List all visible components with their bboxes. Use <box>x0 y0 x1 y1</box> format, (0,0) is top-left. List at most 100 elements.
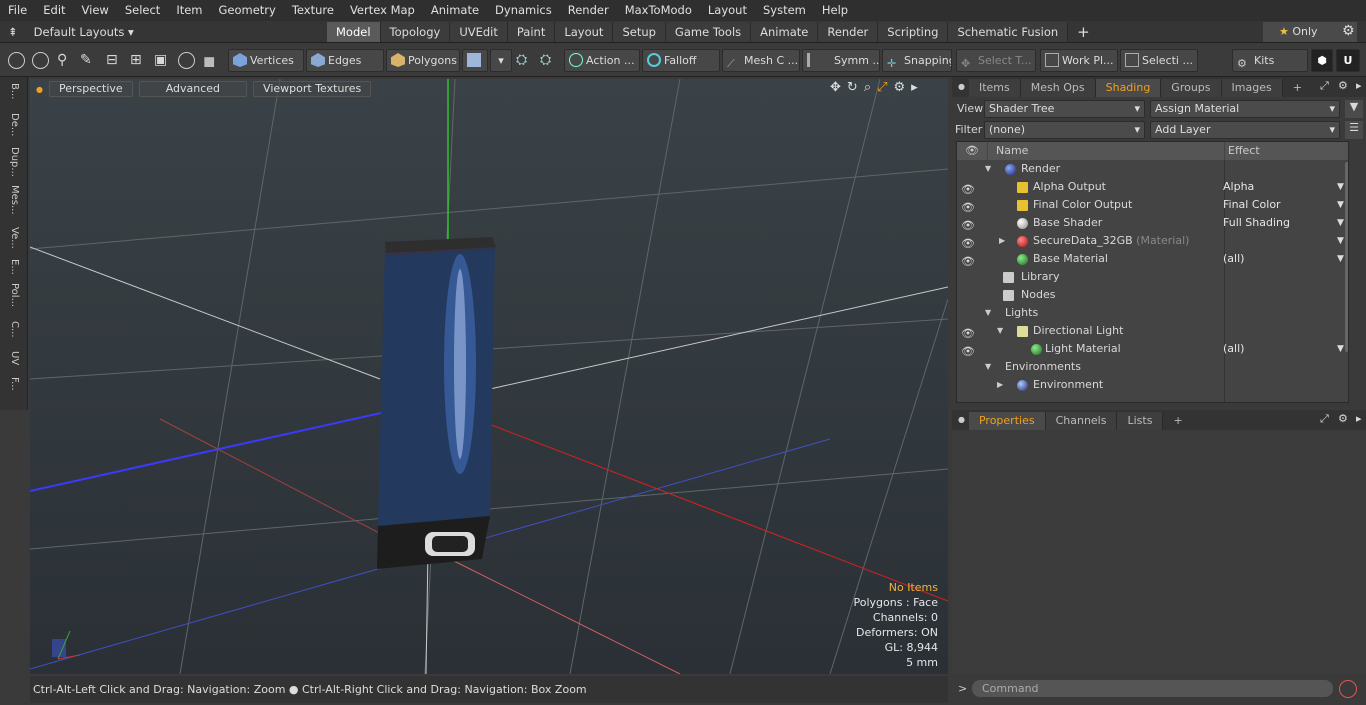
tab-game-tools[interactable]: Game Tools <box>665 22 752 42</box>
tree-row-environments[interactable]: ▼ Environments <box>957 358 1348 376</box>
zoom-view-icon[interactable]: ⌕ <box>864 80 877 95</box>
sphere-icon[interactable] <box>178 52 195 69</box>
frame-icon[interactable]: ▣ <box>154 52 167 68</box>
tree-row-lights[interactable]: ▼ Lights <box>957 304 1348 322</box>
menu-texture[interactable]: Texture <box>284 0 342 21</box>
menu-vertex-map[interactable]: Vertex Map <box>342 0 423 21</box>
menu-dynamics[interactable]: Dynamics <box>487 0 560 21</box>
vertices-button[interactable]: Vertices <box>228 49 304 72</box>
align-icon[interactable]: ⊟ <box>106 52 118 68</box>
menu-edit[interactable]: Edit <box>35 0 73 21</box>
layout-selector[interactable]: ⇞ Default Layouts ▾ <box>8 21 134 43</box>
panel-arrow-icon[interactable]: ▸ <box>1356 79 1362 92</box>
tab-scripting[interactable]: Scripting <box>878 22 949 42</box>
polygons-button[interactable]: Polygons <box>386 49 460 72</box>
tree-scrollbar[interactable] <box>1345 162 1348 352</box>
tab-properties[interactable]: Properties <box>968 412 1046 430</box>
left-tab-mesh-edit[interactable]: Mes... <box>6 185 20 215</box>
props-arrow-icon[interactable]: ▸ <box>1356 412 1362 425</box>
expand-arrow-icon[interactable]: ▼ <box>985 304 991 322</box>
left-tab-duplicate[interactable]: Dup... <box>6 147 20 177</box>
tree-row-base-shader[interactable]: 👁 Base Shader Full Shading ▼ <box>957 214 1348 232</box>
viewport-textures-button[interactable]: Viewport Textures <box>253 81 372 97</box>
tab-lists[interactable]: Lists <box>1117 412 1164 430</box>
symmetry-button[interactable]: Symm ... <box>802 49 880 72</box>
panel-menu-dot[interactable]: ● <box>958 82 965 97</box>
tab-render[interactable]: Render <box>818 22 879 42</box>
row-effect[interactable]: Full Shading <box>1223 214 1290 232</box>
add-props-tab-button[interactable]: + <box>1163 412 1192 430</box>
name-column-header[interactable]: Name <box>988 142 1224 160</box>
selection-sets-button[interactable]: Selecti ... <box>1120 49 1198 72</box>
menu-render[interactable]: Render <box>560 0 617 21</box>
props-gear-icon[interactable]: ⚙ <box>1338 412 1348 425</box>
left-tab-fusion[interactable]: F... <box>6 377 20 391</box>
tree-row-final-color-output[interactable]: 👁 Final Color Output Final Color ▼ <box>957 196 1348 214</box>
tree-row-render[interactable]: ▼ Render <box>957 160 1348 178</box>
eye-icon[interactable]: 👁 <box>961 253 975 268</box>
assign-material-button[interactable]: Assign Material <box>1150 100 1340 118</box>
menu-system[interactable]: System <box>755 0 814 21</box>
brush-icon[interactable]: ✎ <box>80 52 92 68</box>
expand-arrow-icon[interactable]: ▼ <box>985 358 991 376</box>
row-effect[interactable]: (all) <box>1223 340 1244 358</box>
add-layer-button[interactable]: Add Layer <box>1150 121 1340 139</box>
tree-row-library[interactable]: Library <box>957 268 1348 286</box>
rotate-view-icon[interactable]: ↻ <box>847 80 864 95</box>
falloff-button[interactable]: Falloff <box>642 49 720 72</box>
record-icon[interactable] <box>1339 680 1357 698</box>
menu-item[interactable]: Item <box>168 0 210 21</box>
globe-icon[interactable] <box>32 52 49 69</box>
add-panel-tab-button[interactable]: + <box>1283 79 1312 97</box>
viewport-expand-icon[interactable]: ▸ <box>911 80 924 95</box>
props-expand-icon[interactable]: ⤢ <box>1320 412 1329 426</box>
tab-paint[interactable]: Paint <box>507 22 556 42</box>
viewport-menu-dot[interactable]: ● <box>36 85 43 94</box>
chevron-down-icon[interactable]: ▼ <box>1337 340 1344 358</box>
left-tab-polygon[interactable]: Pol... <box>6 283 20 307</box>
row-effect[interactable]: Final Color <box>1223 196 1281 214</box>
advanced-button[interactable]: Advanced <box>138 81 248 97</box>
menu-geometry[interactable]: Geometry <box>211 0 284 21</box>
eye-icon[interactable]: 👁 <box>961 325 975 340</box>
effect-column-header[interactable]: Effect <box>1225 142 1348 160</box>
command-input[interactable]: Command <box>972 680 1333 697</box>
tree-row-light-material[interactable]: 👁 Light Material (all) ▼ <box>957 340 1348 358</box>
row-effect[interactable]: Alpha <box>1223 178 1254 196</box>
edges-button[interactable]: Edges <box>306 49 384 72</box>
tab-images[interactable]: Images <box>1221 79 1283 97</box>
eye-icon[interactable]: 👁 <box>961 181 975 196</box>
tree-row-environment[interactable]: ▶ Environment <box>957 376 1348 394</box>
menu-maxtomodo[interactable]: MaxToModo <box>617 0 700 21</box>
lasso-icon[interactable]: ⚲ <box>57 52 67 68</box>
expand-arrow-icon[interactable]: ▼ <box>997 322 1003 340</box>
tab-mesh-ops[interactable]: Mesh Ops <box>1020 79 1096 97</box>
tab-groups[interactable]: Groups <box>1161 79 1222 97</box>
eye-icon[interactable]: 👁 <box>961 235 975 250</box>
add-tab-button[interactable]: + <box>1068 22 1099 42</box>
expand-arrow-icon[interactable]: ▶ <box>997 376 1003 394</box>
maximize-icon[interactable]: ⤢ <box>877 80 893 95</box>
tab-topology[interactable]: Topology <box>380 22 451 42</box>
menu-animate[interactable]: Animate <box>423 0 487 21</box>
tab-channels[interactable]: Channels <box>1045 412 1118 430</box>
eye-icon[interactable]: 👁 <box>961 217 975 232</box>
left-tab-basic[interactable]: B... <box>6 83 20 99</box>
perspective-button[interactable]: Perspective <box>48 81 133 97</box>
panel-gear-icon[interactable]: ⚙ <box>1338 79 1348 92</box>
tab-items[interactable]: Items <box>968 79 1021 97</box>
material-mode-button[interactable] <box>462 49 488 72</box>
props-menu-dot[interactable]: ● <box>958 415 965 430</box>
tree-row-alpha-output[interactable]: 👁 Alpha Output Alpha ▼ <box>957 178 1348 196</box>
tree-row-base-material[interactable]: 👁 Base Material (all) ▼ <box>957 250 1348 268</box>
symmetry-icon[interactable]: ⛭ <box>540 52 551 68</box>
snapping-button[interactable]: ✛ Snapping <box>882 49 952 72</box>
chevron-down-icon[interactable]: ▼ <box>1337 196 1344 214</box>
left-tab-deform[interactable]: De... <box>6 113 20 136</box>
list-options-icon[interactable]: ☰ <box>1345 121 1363 139</box>
row-effect[interactable]: (all) <box>1223 250 1244 268</box>
chevron-down-icon[interactable]: ▼ <box>1337 232 1344 250</box>
transform-icon[interactable]: ⊞ <box>130 52 142 68</box>
unreal-icon[interactable]: U <box>1336 49 1360 72</box>
menu-select[interactable]: Select <box>117 0 168 21</box>
